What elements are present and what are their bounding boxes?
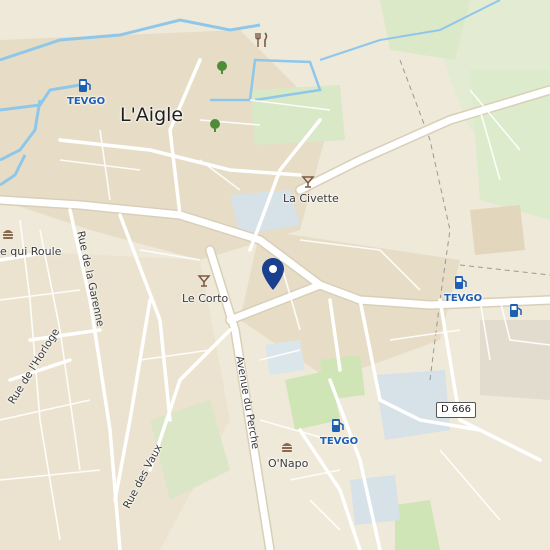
tree-icon	[210, 119, 220, 132]
cocktail-bar-icon[interactable]	[301, 175, 315, 189]
tevgo-label-3: TEVGO	[320, 436, 359, 447]
cocktail-bar-icon[interactable]	[197, 274, 211, 288]
restaurant-icon[interactable]	[254, 32, 270, 48]
le-corto-label: Le Corto	[182, 292, 229, 305]
tevgo-label-2: TEVGO	[444, 293, 483, 304]
ev-charging-icon[interactable]	[453, 275, 469, 291]
ev-charging-icon[interactable]	[77, 78, 93, 94]
town-label: L'Aigle	[120, 104, 184, 126]
fast-food-icon[interactable]	[280, 440, 294, 454]
fast-food-icon[interactable]	[1, 227, 15, 241]
tevgo-label-1: TEVGO	[67, 96, 106, 107]
road-shield-d666: D 666	[436, 402, 476, 418]
map-view[interactable]: L'Aigle TEVGO TEVGO TEVGO La Civette Le …	[0, 0, 550, 550]
ev-charging-icon[interactable]	[330, 418, 346, 434]
onapo-label: O'Napo	[268, 457, 309, 470]
tree-icon	[217, 61, 227, 74]
qui-roule-label: e qui Roule	[0, 245, 62, 258]
location-pin-icon[interactable]	[262, 258, 284, 290]
la-civette-label: La Civette	[283, 192, 339, 205]
ev-charging-icon[interactable]	[508, 303, 524, 319]
